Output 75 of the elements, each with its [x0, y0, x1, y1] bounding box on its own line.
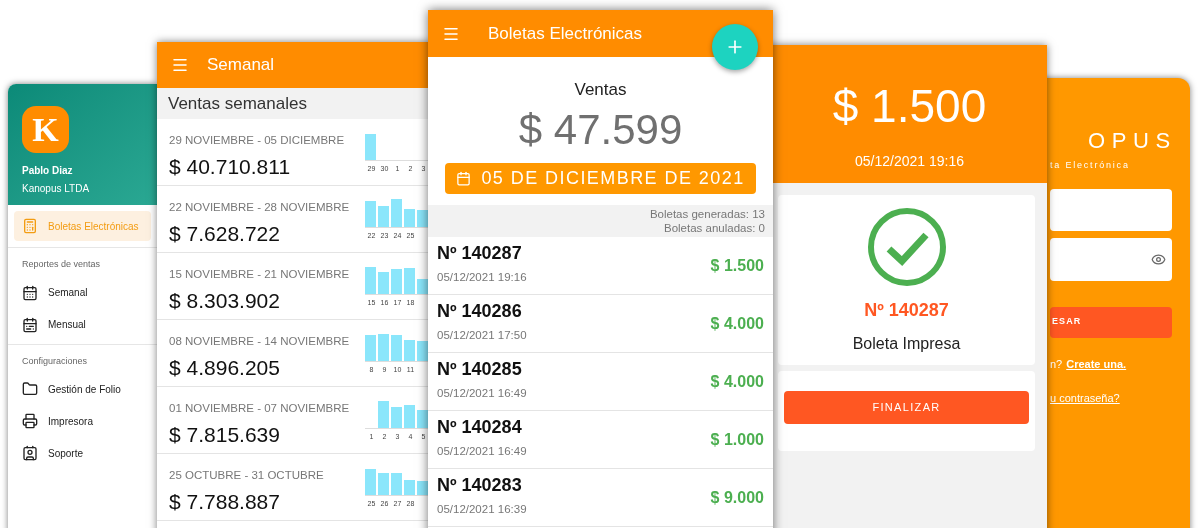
receipt-amount: $ 4.000	[710, 314, 764, 334]
user-name: Pablo Diaz	[22, 164, 74, 178]
mini-bar-chart	[365, 134, 376, 160]
mini-bar-chart	[365, 469, 428, 495]
drawer-item[interactable]: Semanal	[14, 277, 151, 308]
receipt-datetime: 05/12/2021 19:16	[437, 269, 527, 285]
receipt-row[interactable]: Nº 140286 05/12/2021 17:50 $ 4.000	[428, 295, 773, 353]
eye-icon	[1151, 251, 1166, 267]
check-circle-icon	[866, 207, 947, 287]
screen-title: Semanal	[207, 54, 275, 77]
week-range: 25 OCTUBRE - 31 OCTUBRE	[169, 468, 325, 483]
receipt-amount: $ 9.000	[710, 488, 764, 508]
status-text: Boleta Impresa	[852, 334, 961, 354]
mini-bar-chart	[365, 199, 428, 227]
detail-datetime: 05/12/2021 19:16	[855, 152, 964, 171]
week-range: 01 NOVIEMBRE - 07 NOVIEMBRE	[169, 401, 351, 416]
receipt-number: Nº 140284	[437, 415, 523, 439]
company-name: Kanopus LTDA	[22, 182, 91, 196]
stat-text: Boletas anuladas: 0	[663, 221, 765, 235]
receipt-number: Nº 140287	[437, 241, 523, 265]
receipt-datetime: 05/12/2021 16:49	[437, 443, 527, 459]
password-field[interactable]	[1050, 237, 1172, 281]
week-total: $ 8.303.902	[169, 288, 281, 315]
receipt-datetime: 05/12/2021 16:49	[437, 385, 527, 401]
week-total: $ 7.815.639	[169, 422, 281, 449]
receipt-number: Nº 140285	[437, 357, 523, 381]
drawer-item-icon	[22, 413, 38, 429]
section-title: Reportes de ventas	[21, 258, 102, 271]
drawer-item[interactable]: Impresora	[14, 406, 151, 436]
receipt-amount: $ 4.000	[710, 372, 764, 392]
drawer-item-icon	[22, 284, 38, 301]
logo-text: OPUS	[1088, 127, 1177, 155]
drawer-item[interactable]: Mensual	[14, 309, 151, 340]
receipt-amount: $ 1.500	[710, 256, 764, 276]
drawer-item-icon	[22, 445, 38, 461]
menu-icon[interactable]	[171, 56, 189, 74]
drawer-item[interactable]: Gestión de Folio	[14, 374, 151, 404]
stat-text: Boletas generadas: 13	[649, 207, 765, 221]
week-total: $ 40.710.811	[169, 154, 292, 181]
receipt-number: Nº 140283	[437, 473, 523, 497]
drawer-item-icon	[22, 218, 38, 234]
add-button[interactable]	[712, 24, 758, 70]
week-total: $ 4.896.205	[169, 355, 281, 382]
receipt-amount: $ 1.000	[710, 430, 764, 450]
week-total: $ 7.788.887	[169, 489, 281, 516]
screen-title: Boletas Electrónicas	[488, 22, 643, 45]
week-range: 22 NOVIEMBRE - 28 NOVIEMBRE	[169, 200, 351, 215]
app-logo: K	[22, 106, 69, 153]
receipt-number: Nº 140287	[864, 299, 949, 322]
receipt-row[interactable]: Nº 140284 05/12/2021 16:49 $ 1.000	[428, 411, 773, 469]
username-field[interactable]	[1050, 188, 1172, 231]
drawer-item-icon	[22, 316, 38, 333]
week-range: 15 NOVIEMBRE - 21 NOVIEMBRE	[169, 267, 351, 282]
receipt-datetime: 05/12/2021 17:50	[437, 327, 527, 343]
drawer-item[interactable]: Soporte	[14, 438, 151, 468]
week-range: 29 NOVIEMBRE - 05 DICIEMBRE	[169, 133, 346, 148]
section-title: Configuraciones	[21, 354, 89, 368]
week-total: $ 7.628.722	[169, 221, 281, 248]
list-title: Ventas semanales	[168, 92, 307, 115]
calendar-icon	[456, 170, 472, 186]
sales-total: $ 47.599	[518, 108, 683, 151]
mini-bar-chart	[365, 334, 428, 361]
receipt-number: Nº 140286	[437, 299, 523, 323]
sales-label: Ventas	[574, 79, 627, 101]
mini-bar-chart	[365, 267, 428, 294]
tagline: ta Electrónica	[1050, 159, 1131, 172]
drawer-item-icon	[22, 381, 38, 397]
receipt-datetime: 05/12/2021 16:39	[437, 501, 527, 517]
receipt-row[interactable]: Nº 140287 05/12/2021 19:16 $ 1.500	[428, 237, 773, 295]
mini-bar-chart	[378, 401, 428, 428]
detail-amount: $ 1.500	[832, 83, 987, 129]
receipt-row[interactable]: Nº 140283 05/12/2021 16:39 $ 9.000	[428, 469, 773, 527]
receipt-row[interactable]: Nº 140285 05/12/2021 16:49 $ 4.000	[428, 353, 773, 411]
signup-prompt: n?	[1050, 356, 1063, 372]
week-range: 08 NOVIEMBRE - 14 NOVIEMBRE	[169, 334, 351, 349]
